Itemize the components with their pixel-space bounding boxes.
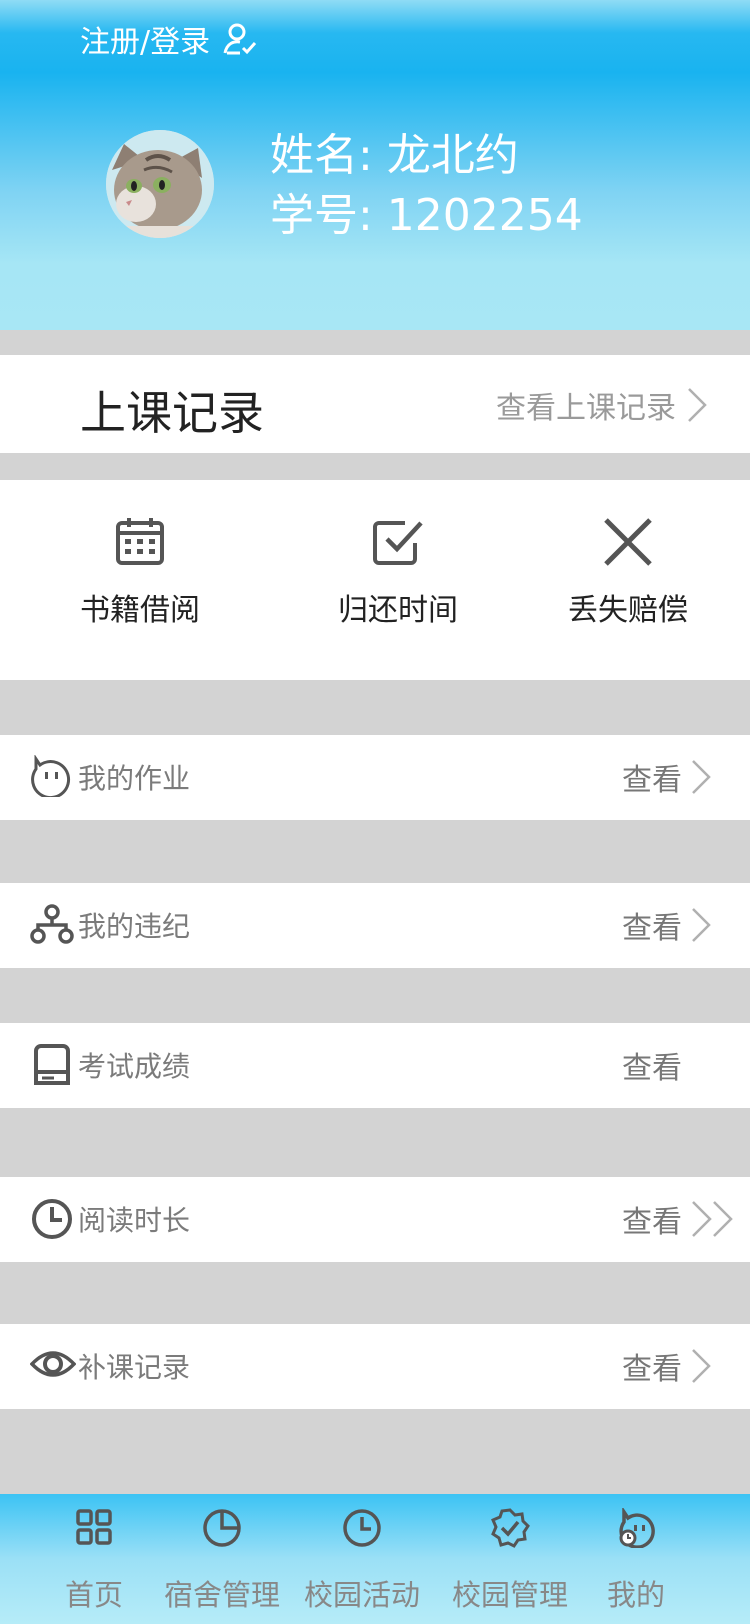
action-label: 归还时间 bbox=[338, 593, 458, 628]
row-homework[interactable]: 我的作业 查看 bbox=[0, 735, 750, 820]
tab-mine[interactable]: 我的 bbox=[596, 1494, 676, 1624]
chevron-right-icon bbox=[688, 388, 707, 422]
tab-label: 宿舍管理 bbox=[163, 1578, 280, 1612]
action-return-time[interactable]: 归还时间 bbox=[288, 480, 508, 680]
profile-header: 注册/登录 姓名: 龙北约 学号: 1202254 bbox=[0, 0, 750, 330]
calendar-icon bbox=[116, 518, 164, 565]
login-link[interactable]: 注册/登录 bbox=[80, 16, 258, 62]
row-exam-scores[interactable]: 考试成绩 查看 bbox=[0, 1023, 750, 1108]
view-link[interactable]: 查看 bbox=[622, 903, 712, 947]
login-label: 注册/登录 bbox=[80, 25, 211, 60]
row-reading-time[interactable]: 阅读时长 查看 bbox=[0, 1177, 750, 1262]
tab-label: 校园管理 bbox=[451, 1578, 568, 1612]
student-name: 姓名: 龙北约 bbox=[270, 130, 519, 181]
view-link[interactable]: 查看 bbox=[622, 1197, 738, 1241]
chevron-right-icon bbox=[692, 908, 711, 942]
grid-icon bbox=[76, 1509, 112, 1545]
tab-dorm-management[interactable]: 宿舍管理 bbox=[160, 1494, 284, 1624]
clock-icon bbox=[32, 1199, 72, 1239]
checkbox-icon bbox=[373, 521, 423, 565]
row-makeup-class[interactable]: 补课记录 查看 bbox=[0, 1324, 750, 1409]
row-label: 我的作业 bbox=[78, 762, 191, 795]
tab-home[interactable]: 首页 bbox=[54, 1494, 134, 1624]
student-id: 学号: 1202254 bbox=[270, 190, 583, 241]
view-label: 查看 bbox=[622, 1352, 682, 1387]
user-face-icon bbox=[619, 1508, 655, 1548]
eye-icon bbox=[30, 1351, 76, 1377]
view-label: 查看 bbox=[622, 1051, 682, 1086]
avatar[interactable] bbox=[106, 130, 214, 238]
pie-icon bbox=[203, 1509, 241, 1547]
class-record-title: 上课记录 bbox=[80, 386, 264, 440]
row-label: 补课记录 bbox=[78, 1351, 191, 1384]
actions-card: 书籍借阅 归还时间 丢失赔偿 bbox=[0, 480, 750, 680]
view-link[interactable]: 查看 bbox=[622, 1043, 682, 1087]
class-record-card: 上课记录 查看上课记录 bbox=[0, 355, 750, 453]
action-label: 丢失赔偿 bbox=[568, 593, 688, 628]
tab-label: 首页 bbox=[64, 1578, 123, 1612]
view-link[interactable]: 查看 bbox=[622, 755, 712, 799]
close-icon bbox=[604, 518, 652, 566]
tab-label: 我的 bbox=[606, 1578, 665, 1612]
row-label: 考试成绩 bbox=[78, 1050, 191, 1083]
chevron-right-icon bbox=[692, 1349, 711, 1383]
bottom-tab-bar: 首页 宿舍管理 校园活动 校园管理 我的 bbox=[0, 1494, 750, 1624]
tab-campus-activities[interactable]: 校园活动 bbox=[300, 1494, 424, 1624]
chat-face-icon bbox=[31, 755, 71, 797]
tab-label: 校园活动 bbox=[303, 1578, 420, 1612]
view-label: 查看 bbox=[622, 911, 682, 946]
view-link[interactable]: 查看 bbox=[622, 1344, 712, 1388]
tab-campus-management[interactable]: 校园管理 bbox=[448, 1494, 572, 1624]
chevron-right-icon bbox=[692, 760, 711, 794]
badge-check-icon bbox=[491, 1508, 530, 1548]
view-label: 查看 bbox=[622, 1205, 682, 1240]
double-chevron-right-icon bbox=[692, 1201, 733, 1237]
user-check-icon bbox=[223, 23, 257, 55]
action-label: 书籍借阅 bbox=[80, 593, 200, 628]
view-class-record-link[interactable]: 查看上课记录 bbox=[496, 383, 708, 427]
row-label: 我的违纪 bbox=[78, 910, 191, 943]
row-label: 阅读时长 bbox=[78, 1204, 191, 1237]
clock-icon bbox=[343, 1509, 381, 1547]
view-label: 查看 bbox=[622, 763, 682, 798]
network-icon bbox=[30, 904, 74, 944]
action-loss-compensation[interactable]: 丢失赔偿 bbox=[518, 480, 738, 680]
view-class-record-label: 查看上课记录 bbox=[496, 391, 676, 426]
drive-icon bbox=[34, 1044, 70, 1085]
cat-avatar-image bbox=[106, 130, 214, 238]
row-discipline[interactable]: 我的违纪 查看 bbox=[0, 883, 750, 968]
action-book-borrow[interactable]: 书籍借阅 bbox=[30, 480, 250, 680]
